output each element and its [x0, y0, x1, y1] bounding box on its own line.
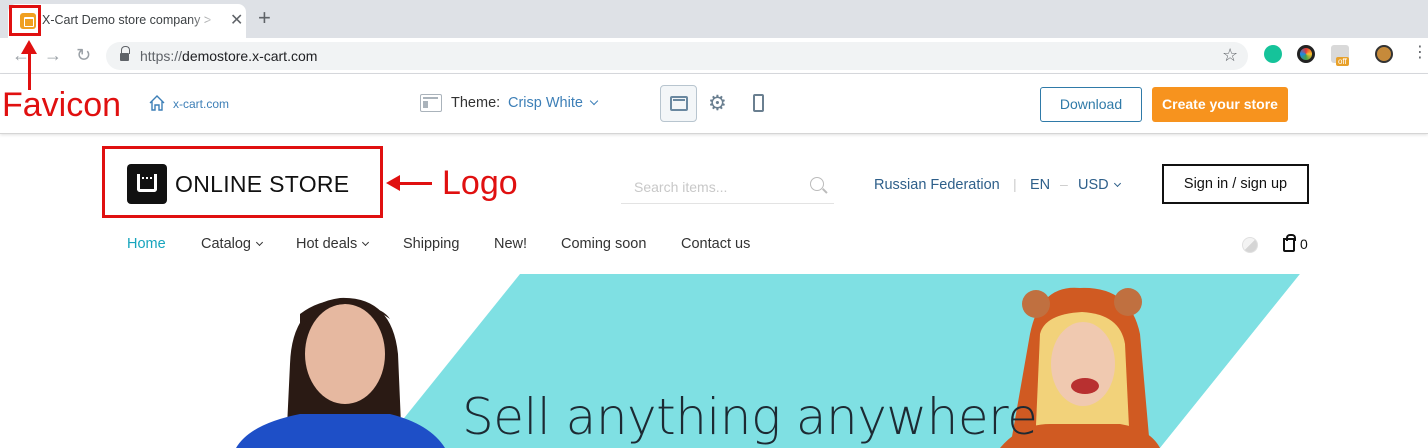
- language-selector[interactable]: EN: [1030, 177, 1050, 193]
- nav-item-new[interactable]: New!: [494, 236, 527, 252]
- theme-icon: [420, 94, 442, 112]
- desktop-view-button[interactable]: [660, 85, 697, 122]
- theme-toggle-icon[interactable]: [1242, 237, 1258, 253]
- arrow-head-icon: [386, 175, 400, 191]
- logo-highlight-box: [102, 146, 383, 218]
- browser-tab[interactable]: X-Cart Demo store company > ✕: [8, 4, 246, 38]
- currency-selector[interactable]: USD: [1078, 177, 1121, 193]
- divider: –: [1060, 176, 1068, 192]
- theme-select[interactable]: Crisp White: [508, 95, 599, 111]
- sign-in-button[interactable]: Sign in / sign up: [1162, 164, 1309, 204]
- nav-item-hot-deals[interactable]: Hot deals: [296, 236, 370, 252]
- cart-bag-icon[interactable]: [1283, 234, 1296, 252]
- nav-item-contact-us[interactable]: Contact us: [681, 236, 750, 252]
- bookmark-star-icon[interactable]: ☆: [1222, 45, 1238, 66]
- hero-headline: Sell anything anywhere: [462, 388, 1038, 446]
- divider: |: [1013, 176, 1017, 192]
- theme-label: Theme:: [451, 95, 501, 111]
- chevron-down-icon: [589, 96, 599, 106]
- search-icon[interactable]: [810, 177, 824, 191]
- chevron-down-icon: [362, 238, 370, 247]
- logo-annotation-label: Logo: [442, 164, 518, 202]
- desktop-icon: [670, 96, 688, 111]
- chrome-menu-icon[interactable]: ⋮: [1412, 45, 1428, 61]
- forward-arrow-icon[interactable]: →: [44, 44, 62, 66]
- nav-item-shipping[interactable]: Shipping: [403, 236, 459, 252]
- download-button[interactable]: Download: [1040, 87, 1142, 122]
- cart-count: 0: [1300, 236, 1308, 252]
- demo-top-bar: x-cart.com Theme: Crisp White ⚙ Download…: [0, 74, 1428, 134]
- extension-badge: off: [1336, 57, 1349, 66]
- chevron-down-icon: [1113, 179, 1121, 188]
- hero-banner[interactable]: Sell anything anywhere: [0, 274, 1428, 448]
- settings-gear-icon[interactable]: ⚙: [708, 93, 727, 115]
- home-icon[interactable]: [148, 94, 166, 112]
- lock-icon: [120, 46, 130, 61]
- grammarly-extension-icon[interactable]: [1264, 45, 1282, 63]
- favicon-arrow: [28, 50, 31, 90]
- chevron-down-icon: [255, 238, 264, 247]
- color-extension-icon[interactable]: [1297, 45, 1315, 63]
- logo-arrow: [400, 182, 432, 185]
- arrow-head-icon: [21, 40, 37, 54]
- nav-item-catalog[interactable]: Catalog: [201, 236, 264, 252]
- reload-icon[interactable]: ↻: [76, 44, 91, 66]
- favicon-highlight-box: [9, 5, 41, 36]
- tab-close-icon[interactable]: ✕: [230, 13, 243, 29]
- url-text: https://demostore.x-cart.com: [140, 48, 318, 64]
- nav-item-home[interactable]: Home: [127, 236, 166, 252]
- search-input[interactable]: [621, 170, 834, 204]
- browser-toolbar: ← → ↻ https://demostore.x-cart.com ☆: [0, 38, 1428, 74]
- new-tab-button[interactable]: +: [258, 7, 271, 29]
- country-selector[interactable]: Russian Federation: [874, 177, 1000, 193]
- address-bar[interactable]: https://demostore.x-cart.com ☆: [106, 42, 1248, 70]
- xcart-home-link[interactable]: x-cart.com: [173, 97, 229, 111]
- create-store-button[interactable]: Create your store: [1152, 87, 1288, 122]
- mobile-view-icon[interactable]: [753, 94, 764, 112]
- browser-tab-strip: X-Cart Demo store company > ✕ +: [0, 0, 1428, 38]
- nav-item-coming-soon[interactable]: Coming soon: [561, 236, 646, 252]
- profile-avatar[interactable]: [1375, 45, 1393, 63]
- hero-model-left: [236, 297, 445, 448]
- favicon-annotation-label: Favicon: [2, 86, 122, 124]
